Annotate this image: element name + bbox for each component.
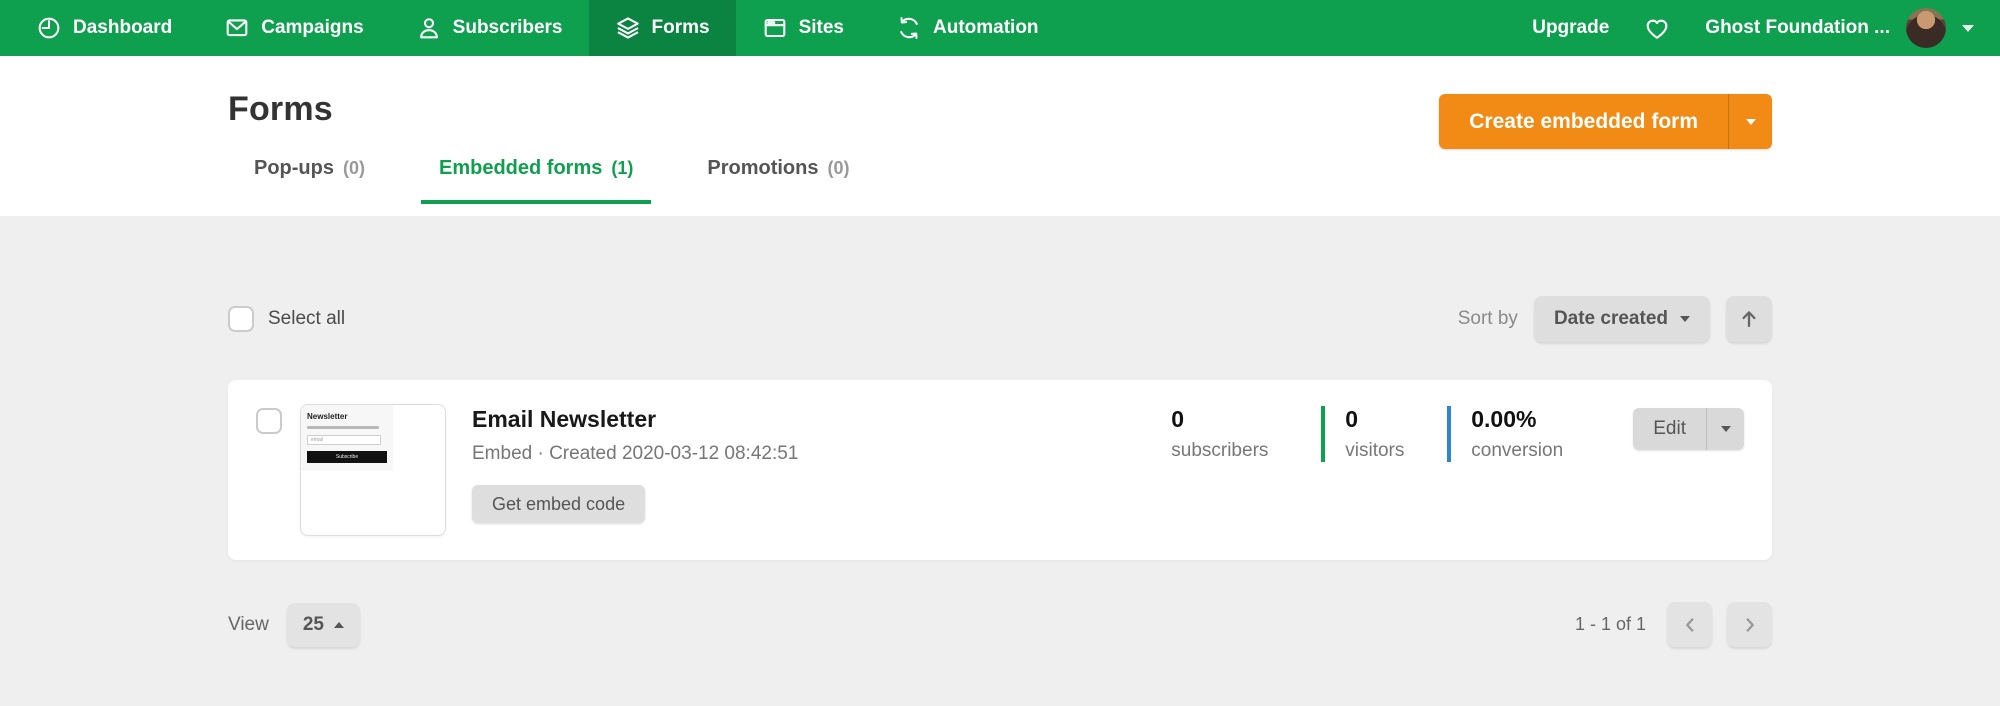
- sort-by-label: Sort by: [1458, 308, 1518, 330]
- per-page-control: View 25: [228, 603, 360, 647]
- tab-count: (0): [343, 158, 365, 179]
- per-page-value: 25: [303, 614, 324, 636]
- nav-item-automation[interactable]: Automation: [870, 0, 1065, 56]
- create-form-dropdown-button[interactable]: [1728, 94, 1772, 149]
- preview-subscribe-button: Subscribe: [307, 451, 387, 463]
- nav-item-campaigns[interactable]: Campaigns: [198, 0, 389, 56]
- select-all-control: Select all: [228, 306, 345, 332]
- chevron-left-icon: [1679, 614, 1701, 636]
- sort-controls: Sort by Date created: [1458, 296, 1772, 342]
- tab-popups[interactable]: Pop-ups (0): [236, 157, 383, 204]
- tab-count: (1): [611, 158, 633, 179]
- form-name[interactable]: Email Newsletter: [472, 406, 1171, 433]
- form-preview: Newsletter email Subscribe: [301, 405, 393, 471]
- tabs: Pop-ups (0) Embedded forms (1) Promotion…: [236, 157, 2000, 204]
- create-embedded-form-button[interactable]: Create embedded form: [1439, 94, 1728, 149]
- nav-right: Upgrade Ghost Foundation ...: [1532, 0, 2000, 56]
- top-nav: Dashboard Campaigns Subscribers Forms: [0, 0, 2000, 56]
- chevron-down-icon: [1680, 316, 1690, 322]
- upgrade-link[interactable]: Upgrade: [1532, 17, 1609, 39]
- nav-item-label: Sites: [799, 17, 844, 39]
- avatar: [1906, 8, 1946, 48]
- sort-direction-button[interactable]: [1726, 296, 1772, 342]
- tab-label: Embedded forms: [439, 157, 602, 180]
- nav-item-label: Subscribers: [453, 17, 563, 39]
- chevron-right-icon: [1739, 614, 1761, 636]
- form-row-card: Newsletter email Subscribe Email Newslet…: [228, 380, 1772, 560]
- sort-field-value: Date created: [1554, 308, 1668, 330]
- list-footer: View 25 1 - 1 of 1: [228, 602, 1772, 647]
- nav-item-sites[interactable]: Sites: [736, 0, 870, 56]
- create-embedded-form-split-button: Create embedded form: [1439, 94, 1772, 149]
- chevron-down-icon: [1721, 426, 1731, 432]
- preview-text-line: [307, 426, 379, 429]
- tab-label: Promotions: [707, 157, 818, 180]
- prev-page-button[interactable]: [1667, 602, 1712, 647]
- chevron-down-icon: [1962, 25, 1974, 32]
- dashboard-clock-icon: [36, 15, 62, 41]
- account-name: Ghost Foundation ...: [1705, 17, 1890, 39]
- nav-item-forms[interactable]: Forms: [589, 0, 736, 56]
- form-details: Email Newsletter Embed · Created 2020-03…: [446, 404, 1171, 523]
- form-thumbnail[interactable]: Newsletter email Subscribe: [300, 404, 446, 536]
- main-nav: Dashboard Campaigns Subscribers Forms: [0, 0, 1065, 56]
- forms-page: Dashboard Campaigns Subscribers Forms: [0, 0, 2000, 706]
- tab-promotions[interactable]: Promotions (0): [689, 157, 867, 204]
- arrow-up-icon: [1737, 307, 1761, 331]
- per-page-dropdown[interactable]: 25: [287, 603, 360, 647]
- sort-field-dropdown[interactable]: Date created: [1534, 296, 1710, 342]
- form-meta: Embed · Created 2020-03-12 08:42:51: [472, 443, 1171, 465]
- heart-icon[interactable]: [1643, 14, 1671, 42]
- person-icon: [416, 15, 442, 41]
- preview-email-input: email: [307, 435, 381, 445]
- stat-subscribers: 0 subscribers: [1171, 406, 1321, 462]
- select-all-checkbox[interactable]: [228, 306, 254, 332]
- envelope-icon: [224, 15, 250, 41]
- view-label: View: [228, 614, 269, 636]
- nav-item-dashboard[interactable]: Dashboard: [10, 0, 198, 56]
- pagination-range: 1 - 1 of 1: [1575, 614, 1646, 635]
- nav-item-subscribers[interactable]: Subscribers: [390, 0, 589, 56]
- form-stats: 0 subscribers 0 visitors 0.00% conversio…: [1171, 406, 1633, 462]
- stat-visitors: 0 visitors: [1321, 406, 1447, 462]
- edit-button[interactable]: Edit: [1633, 408, 1706, 450]
- nav-item-label: Automation: [933, 17, 1039, 39]
- chevron-up-icon: [334, 622, 344, 628]
- nav-item-label: Dashboard: [73, 17, 172, 39]
- stat-conversion: 0.00% conversion: [1447, 406, 1633, 462]
- preview-title: Newsletter: [307, 412, 387, 421]
- list-toolbar: Select all Sort by Date created: [228, 296, 1772, 342]
- edit-split-button: Edit: [1633, 408, 1744, 450]
- nav-item-label: Campaigns: [261, 17, 363, 39]
- account-menu[interactable]: Ghost Foundation ...: [1705, 8, 1974, 48]
- get-embed-code-button[interactable]: Get embed code: [472, 485, 645, 523]
- refresh-cycle-icon: [896, 15, 922, 41]
- select-all-label: Select all: [268, 308, 345, 330]
- edit-dropdown-button[interactable]: [1706, 408, 1744, 450]
- page-header: Forms Pop-ups (0) Embedded forms (1) Pro…: [0, 56, 2000, 216]
- nav-item-label: Forms: [652, 17, 710, 39]
- tab-label: Pop-ups: [254, 157, 334, 180]
- tab-count: (0): [827, 158, 849, 179]
- tab-embedded-forms[interactable]: Embedded forms (1): [421, 157, 651, 204]
- pagination: 1 - 1 of 1: [1575, 602, 1772, 647]
- row-checkbox[interactable]: [256, 408, 282, 434]
- next-page-button[interactable]: [1727, 602, 1772, 647]
- chevron-down-icon: [1746, 119, 1756, 125]
- browser-window-icon: [762, 15, 788, 41]
- layers-icon: [615, 15, 641, 41]
